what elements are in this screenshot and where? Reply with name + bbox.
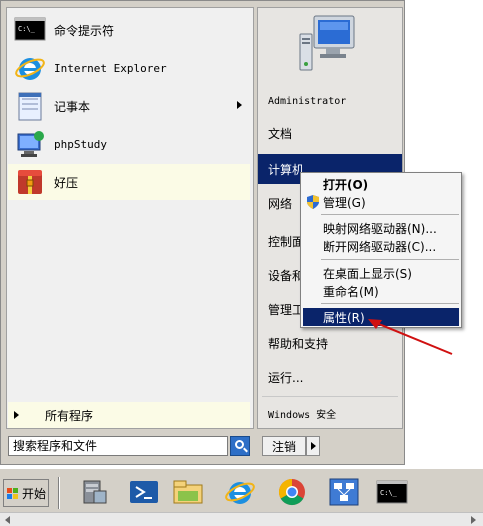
search-button[interactable] bbox=[230, 436, 250, 456]
ie-icon[interactable] bbox=[222, 475, 258, 509]
program-notepad[interactable]: 记事本 bbox=[8, 88, 250, 124]
logoff-button[interactable]: 注销 bbox=[262, 436, 306, 456]
explorer-icon[interactable] bbox=[170, 475, 206, 509]
all-programs-button[interactable]: 所有程序 bbox=[8, 402, 250, 428]
program-cmd[interactable]: C:\_ 命令提示符 bbox=[8, 12, 250, 48]
program-ie[interactable]: Internet Explorer bbox=[8, 50, 250, 86]
menu-separator bbox=[321, 259, 459, 260]
expand-arrow-icon bbox=[14, 411, 19, 419]
context-menu: 打开(O) 管理(G) 映射网络驱动器(N)... 断开网络驱动器(C)... … bbox=[300, 172, 462, 328]
program-phpstudy[interactable]: phpStudy bbox=[8, 126, 250, 162]
start-button[interactable]: 开始 bbox=[3, 479, 49, 507]
cmd-icon: C:\_ bbox=[14, 14, 46, 46]
shield-icon bbox=[307, 195, 319, 209]
menu-item-rename[interactable]: 重命名(M) bbox=[303, 282, 459, 300]
all-programs-label: 所有程序 bbox=[45, 408, 94, 423]
search-input[interactable]: 搜索程序和文件 bbox=[8, 436, 228, 456]
program-label: 记事本 bbox=[54, 99, 91, 114]
program-label: Internet Explorer bbox=[54, 61, 167, 75]
program-label: phpStudy bbox=[54, 137, 107, 151]
annotation-arrow bbox=[368, 319, 453, 355]
menu-item-open[interactable]: 打开(O) bbox=[303, 175, 459, 193]
server-manager-icon[interactable] bbox=[76, 475, 112, 509]
menu-separator bbox=[321, 303, 459, 304]
taskbar: 开始 C:\_ bbox=[0, 468, 483, 512]
windows-logo-icon bbox=[7, 488, 19, 500]
powershell-icon[interactable] bbox=[126, 475, 162, 509]
cmd-icon[interactable]: C:\_ bbox=[374, 475, 410, 509]
places-item-user[interactable]: Administrator bbox=[258, 86, 402, 116]
phpstudy-icon bbox=[14, 128, 46, 160]
computer-icon bbox=[296, 14, 358, 72]
places-item-windows-security[interactable]: Windows 安全 bbox=[258, 398, 402, 428]
program-label: 好压 bbox=[54, 175, 79, 190]
scroll-left-icon[interactable] bbox=[2, 515, 14, 525]
menu-item-manage[interactable]: 管理(G) bbox=[303, 193, 459, 211]
places-item-documents[interactable]: 文档 bbox=[258, 118, 402, 148]
places-item-run[interactable]: 运行... bbox=[258, 362, 402, 392]
horizontal-scrollbar[interactable] bbox=[0, 512, 483, 526]
program-label: 命令提示符 bbox=[54, 23, 115, 38]
ie-icon bbox=[14, 52, 46, 84]
notepad-icon bbox=[14, 90, 46, 122]
separator bbox=[262, 396, 398, 397]
haozip-icon bbox=[14, 166, 46, 198]
shutdown-options-button[interactable] bbox=[306, 436, 320, 456]
chrome-icon[interactable] bbox=[274, 475, 310, 509]
scroll-right-icon[interactable] bbox=[467, 515, 479, 525]
svg-text:C:\_: C:\_ bbox=[18, 25, 36, 33]
menu-separator bbox=[321, 214, 459, 215]
program-haozip[interactable]: 好压 bbox=[8, 164, 250, 200]
menu-item-disconnect-drive[interactable]: 断开网络驱动器(C)... bbox=[303, 237, 459, 255]
submenu-arrow-icon bbox=[237, 101, 242, 109]
svg-text:C:\_: C:\_ bbox=[380, 489, 398, 497]
menu-item-map-drive[interactable]: 映射网络驱动器(N)... bbox=[303, 219, 459, 237]
menu-item-show-on-desktop[interactable]: 在桌面上显示(S) bbox=[303, 264, 459, 282]
network-icon[interactable] bbox=[326, 475, 362, 509]
